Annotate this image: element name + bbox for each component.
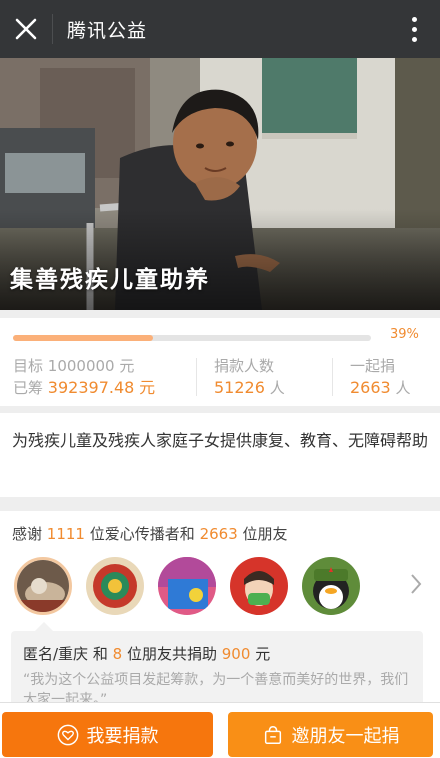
supporters-section: 感谢 1111 位爱心传播者和 2663 位朋友 匿名/重庆 和 8 位朋友共捐… <box>0 511 440 721</box>
together-label: 一起捐 <box>350 357 396 375</box>
spreaders-count: 1111 <box>46 525 85 543</box>
header-divider <box>52 14 53 44</box>
bubble-pointer <box>35 622 53 631</box>
close-button[interactable] <box>0 0 52 58</box>
thanks-prefix: 感谢 <box>12 525 43 543</box>
avatar[interactable] <box>302 557 360 615</box>
target-value: 1000000 <box>47 357 115 375</box>
avatar[interactable] <box>86 557 144 615</box>
bottom-action-bar: 我要捐款 邀朋友一起捐 <box>0 702 440 758</box>
page: 腾讯公益 集善残疾儿童助养 39% 目标 1000000 元 已筹 392397… <box>0 0 440 758</box>
progress-percent: 39% <box>390 327 419 342</box>
heart-icon <box>57 724 78 745</box>
chevron-right-icon[interactable] <box>406 569 426 599</box>
hero-banner[interactable]: 集善残疾儿童助养 <box>0 58 440 310</box>
activity-count: 8 <box>112 645 123 663</box>
project-title: 集善残疾儿童助养 <box>10 267 210 293</box>
gift-bag-icon <box>264 725 281 744</box>
activity-unit: 元 <box>255 645 271 663</box>
donors-value: 51226 <box>214 378 265 397</box>
project-description: 为残疾儿童及残疾人家庭子女提供康复、教育、无障碍帮助 <box>0 413 440 497</box>
target-label: 目标 <box>13 357 44 375</box>
thanks-summary: 感谢 1111 位爱心传播者和 2663 位朋友 <box>12 523 288 544</box>
donate-label: 我要捐款 <box>86 725 159 747</box>
progress-bar <box>13 335 371 341</box>
target-unit: 元 <box>119 357 135 375</box>
donors-unit: 人 <box>269 379 285 397</box>
invite-label: 邀朋友一起捐 <box>291 725 400 747</box>
avatar[interactable] <box>14 557 72 615</box>
page-title: 腾讯公益 <box>67 19 148 42</box>
stat-target-raised: 目标 1000000 元 已筹 392397.48 元 <box>13 356 155 399</box>
activity-name: 匿名/重庆 <box>23 645 89 663</box>
raised-unit: 元 <box>139 378 156 397</box>
thanks-suffix: 位朋友 <box>242 525 288 543</box>
friends-count: 2663 <box>199 525 238 543</box>
stats-divider <box>196 358 197 396</box>
more-vertical-icon <box>411 16 417 22</box>
stats-divider <box>332 358 333 396</box>
raised-value: 392397.48 <box>47 378 135 397</box>
activity-amount: 900 <box>221 645 251 663</box>
activity-middle: 位朋友共捐助 <box>126 645 217 663</box>
donate-button[interactable]: 我要捐款 <box>2 712 213 757</box>
activity-and: 和 <box>92 645 108 663</box>
avatar[interactable] <box>158 557 216 615</box>
stat-together: 一起捐 2663 人 <box>350 356 411 399</box>
funding-stats: 39% 目标 1000000 元 已筹 392397.48 元 捐款人数 512… <box>0 318 440 406</box>
raised-label: 已筹 <box>13 379 44 397</box>
top-bar: 腾讯公益 <box>0 0 440 58</box>
together-value: 2663 <box>350 378 391 397</box>
donors-label: 捐款人数 <box>214 357 275 375</box>
avatar-list <box>14 557 414 617</box>
stat-donors: 捐款人数 51226 人 <box>214 356 285 399</box>
together-unit: 人 <box>395 379 411 397</box>
avatar[interactable] <box>230 557 288 615</box>
thanks-middle: 位爱心传播者和 <box>89 525 195 543</box>
close-icon <box>15 18 37 40</box>
invite-friends-button[interactable]: 邀朋友一起捐 <box>228 712 433 757</box>
activity-summary: 匿名/重庆 和 8 位朋友共捐助 900 元 <box>23 643 411 664</box>
progress-bar-fill <box>13 335 153 341</box>
more-menu-button[interactable] <box>388 0 440 58</box>
